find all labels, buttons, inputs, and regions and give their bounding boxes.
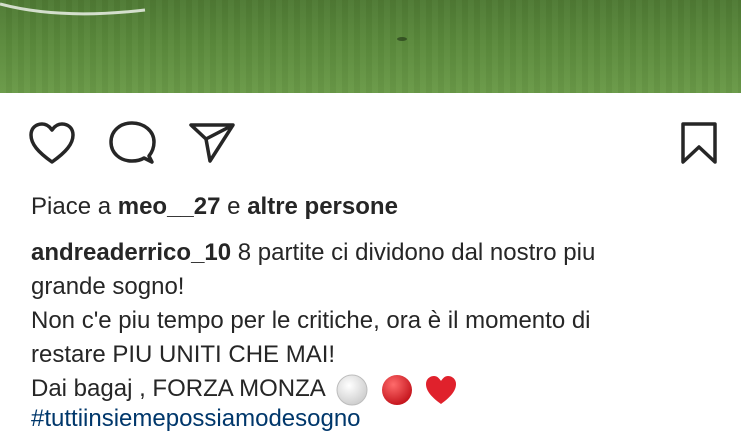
- action-bar: [0, 93, 741, 193]
- pitch-lines: [0, 2, 407, 41]
- comment-icon[interactable]: [108, 120, 156, 166]
- caption-text-5: Dai bagaj , FORZA MONZA: [31, 375, 325, 402]
- bookmark-icon[interactable]: [680, 121, 718, 165]
- caption-hashtags[interactable]: #tuttiinsiemepossiamodesogno: [31, 404, 361, 434]
- post-caption: andreaderrico_10 8 partite ci dividono d…: [31, 236, 731, 407]
- liker-username[interactable]: meo__27: [118, 193, 221, 220]
- caption-line-2: grande sogno!: [31, 273, 185, 300]
- post-image[interactable]: [0, 0, 741, 93]
- likes-summary: Piace a meo__27 e altre persone: [31, 192, 398, 222]
- red-circle-icon: [381, 374, 412, 405]
- likes-prefix: Piace a: [31, 193, 112, 220]
- caption-line-1: andreaderrico_10 8 partite ci dividono d…: [31, 236, 731, 270]
- heart-icon[interactable]: [28, 121, 76, 165]
- caption-text-1: 8 partite ci dividono dal nostro piu: [237, 239, 596, 266]
- white-circle-icon: [336, 374, 368, 406]
- red-heart-icon: [426, 375, 457, 404]
- caption-line-3: Non c'e piu tempo per le critiche, ora è…: [31, 307, 591, 334]
- likes-connector: e: [227, 193, 241, 220]
- caption-line-4: restare PIU UNITI CHE MAI!: [31, 341, 336, 368]
- send-icon[interactable]: [188, 121, 236, 165]
- caption-username[interactable]: andreaderrico_10: [31, 239, 231, 266]
- caption-line-5: Dai bagaj , FORZA MONZA: [31, 372, 731, 407]
- likes-others-link[interactable]: altre persone: [247, 193, 398, 220]
